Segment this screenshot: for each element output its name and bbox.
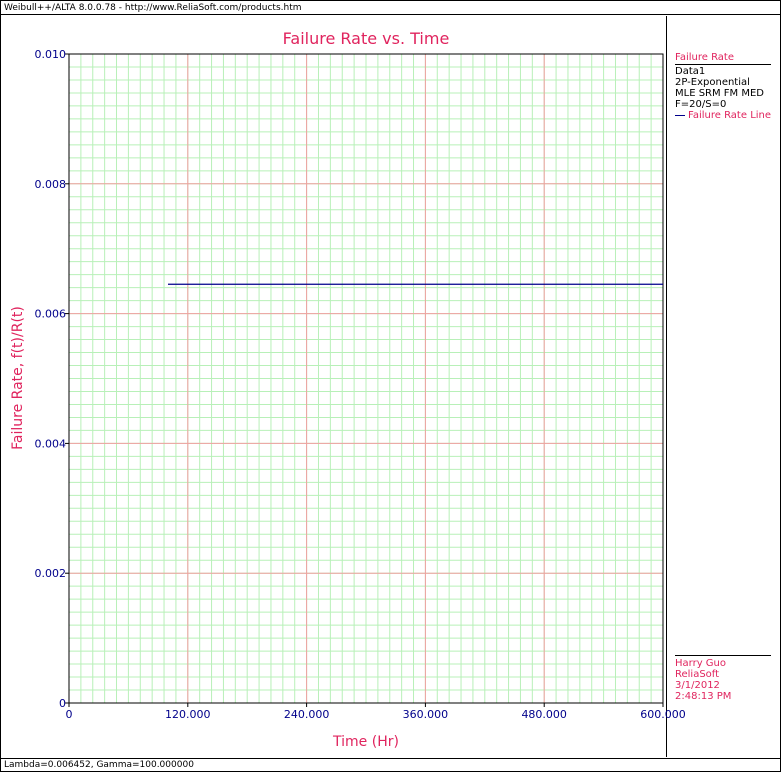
legend-method: MLE SRM FM MED bbox=[675, 88, 765, 99]
credit-company: ReliaSoft bbox=[675, 669, 720, 680]
credit-user: Harry Guo bbox=[675, 658, 726, 669]
y-tick-label: 0 bbox=[59, 697, 66, 710]
x-tick-label: 360.000 bbox=[403, 708, 449, 721]
credits: Harry Guo ReliaSoft 3/1/2012 2:48:13 PM bbox=[675, 655, 771, 702]
tick-label-layer: 0 120.000 240.000 360.000 480.000 600.000 0 0.0… bbox=[35, 48, 686, 721]
legend-header: Failure Rate bbox=[675, 52, 771, 65]
legend-dataset: Data1 bbox=[675, 66, 706, 77]
credit-date: 3/1/2012 bbox=[675, 680, 720, 691]
x-tick-label: 0 bbox=[66, 708, 73, 721]
x-axis-label: Time (Hr) bbox=[332, 734, 399, 750]
chart-title: Failure Rate vs. Time bbox=[283, 29, 450, 48]
legend: Failure Rate Data1 2P-Exponential MLE SR… bbox=[675, 52, 771, 121]
legend-counts: F=20/S=0 bbox=[675, 99, 727, 110]
y-tick-label: 0.008 bbox=[35, 178, 67, 191]
x-tick-label: 120.000 bbox=[165, 708, 211, 721]
y-tick-label: 0.004 bbox=[35, 437, 67, 450]
x-tick-label: 600.000 bbox=[640, 708, 686, 721]
y-axis-label: Failure Rate, f(t)/R(t) bbox=[10, 306, 26, 450]
credit-time: 2:48:13 PM bbox=[675, 691, 732, 702]
grid-layer bbox=[69, 54, 663, 703]
legend-series-entry: Failure Rate Line bbox=[675, 110, 771, 121]
failure-rate-chart: 0 120.000 240.000 360.000 480.000 600.000 0 0.0… bbox=[10, 29, 686, 750]
y-tick-label: 0.006 bbox=[35, 308, 67, 321]
y-tick-label: 0.010 bbox=[35, 48, 67, 61]
x-tick-label: 480.000 bbox=[521, 708, 567, 721]
x-tick-label: 240.000 bbox=[284, 708, 330, 721]
legend-series-swatch bbox=[675, 114, 685, 116]
y-tick-label: 0.002 bbox=[35, 567, 67, 580]
legend-distribution: 2P-Exponential bbox=[675, 77, 750, 88]
legend-series-label: Failure Rate Line bbox=[688, 110, 772, 121]
